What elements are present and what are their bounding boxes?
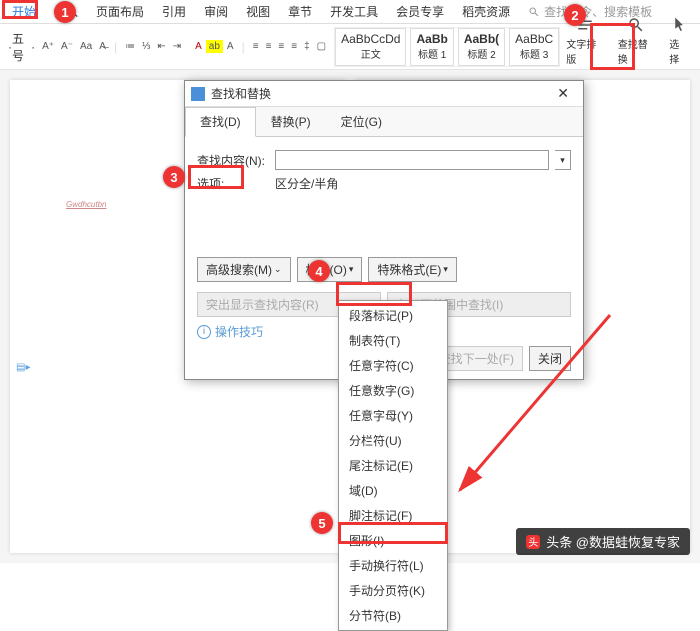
line-spacing-button[interactable]: ‡: [301, 40, 313, 53]
mi-manual-line-break[interactable]: 手动换行符(L): [339, 553, 447, 578]
clear-format-button[interactable]: A̶: [96, 40, 109, 53]
char-upper-button[interactable]: A: [224, 40, 237, 53]
info-icon: i: [197, 325, 211, 339]
grow-font-button[interactable]: A⁺: [39, 40, 57, 53]
align-justify-button[interactable]: ≡: [288, 40, 300, 53]
dialog-titlebar[interactable]: 查找和替换 ✕: [185, 81, 583, 107]
mi-column-break[interactable]: 分栏符(U): [339, 428, 447, 453]
tab-home[interactable]: 开始: [4, 1, 44, 22]
style-h3[interactable]: AaBbC标题 3: [509, 28, 559, 66]
mi-any-letter[interactable]: 任意字母(Y): [339, 403, 447, 428]
toutiao-logo-icon: 头: [526, 535, 540, 549]
tab-sections[interactable]: 章节: [280, 1, 320, 22]
mi-paragraph-mark[interactable]: 段落标记(P): [339, 303, 447, 328]
style-h1[interactable]: AaBb标题 1: [410, 28, 453, 66]
tab-replace[interactable]: 替换(P): [256, 107, 326, 136]
special-format-menu: 段落标记(P) 制表符(T) 任意字符(C) 任意数字(G) 任意字母(Y) 分…: [338, 300, 448, 631]
tab-dev[interactable]: 开发工具: [322, 1, 386, 22]
numbering-button[interactable]: ⅓: [139, 40, 153, 53]
tab-goto[interactable]: 定位(G): [326, 107, 397, 136]
search-icon: [528, 6, 540, 18]
font-size-select[interactable]: · 五号 ·: [5, 29, 38, 65]
cursor-icon: [670, 16, 688, 34]
mi-endnote-mark[interactable]: 尾注标记(E): [339, 453, 447, 478]
dialog-close-button[interactable]: 关闭: [529, 346, 571, 371]
tab-find[interactable]: 查找(D): [185, 107, 256, 137]
dialog-icon: [191, 87, 205, 101]
indent-dec-button[interactable]: ⇤: [154, 40, 168, 53]
style-h2[interactable]: AaBb(标题 2: [458, 28, 505, 66]
mi-manual-page-break[interactable]: 手动分页符(K): [339, 578, 447, 603]
options-value: 区分全/半角: [275, 175, 338, 192]
tab-layout[interactable]: 页面布局: [88, 1, 152, 22]
align-left-button[interactable]: ≡: [250, 40, 262, 53]
bullets-button[interactable]: ≔: [122, 40, 138, 53]
mi-section-break[interactable]: 分节符(B): [339, 603, 447, 628]
mi-footnote-mark[interactable]: 脚注标记(F): [339, 503, 447, 528]
tab-references[interactable]: 引用: [154, 1, 194, 22]
indent-inc-button[interactable]: ⇥: [170, 40, 184, 53]
mi-field[interactable]: 域(D): [339, 478, 447, 503]
tab-vip[interactable]: 会员专享: [388, 1, 452, 22]
align-center-button[interactable]: ≡: [263, 40, 275, 53]
dialog-title: 查找和替换: [211, 85, 549, 102]
mi-graphic[interactable]: 图形(I): [339, 528, 447, 553]
find-content-dropdown[interactable]: ▾: [555, 150, 571, 170]
author-watermark: 头 头条 @数据蛙恢复专家: [516, 528, 690, 555]
mi-any-char[interactable]: 任意字符(C): [339, 353, 447, 378]
shrink-font-button[interactable]: A⁻: [58, 40, 76, 53]
close-icon[interactable]: ✕: [549, 83, 577, 104]
mi-tab-char[interactable]: 制表符(T): [339, 328, 447, 353]
mi-any-digit[interactable]: 任意数字(G): [339, 378, 447, 403]
font-color-button[interactable]: A: [192, 40, 205, 53]
style-gallery[interactable]: AaBbCcDd正文 AaBb标题 1 AaBb(标题 2 AaBbC标题 3: [334, 27, 560, 67]
shading-button[interactable]: ▢: [314, 40, 329, 53]
special-format-button[interactable]: 特殊格式(E)▾: [368, 257, 457, 282]
tab-view[interactable]: 视图: [238, 1, 278, 22]
find-content-input[interactable]: [275, 150, 549, 170]
find-content-label: 查找内容(N):: [197, 152, 269, 169]
ribbon-toolbar: · 五号 · A⁺ A⁻ Aa A̶ | ≔ ⅓ ⇤ ⇥ A ab A | ≡ …: [0, 24, 700, 70]
highlight-button[interactable]: ab: [206, 40, 223, 53]
style-normal[interactable]: AaBbCcDd正文: [335, 28, 406, 66]
align-right-button[interactable]: ≡: [275, 40, 287, 53]
tab-resources[interactable]: 稻壳资源: [454, 1, 518, 22]
page-indicator-icon: ▤▸: [16, 362, 30, 373]
change-case-button[interactable]: Aa: [77, 40, 95, 53]
advanced-search-button[interactable]: 高级搜索(M)⌄: [197, 257, 291, 282]
options-label: 选项:: [197, 175, 269, 192]
dialog-tabs: 查找(D) 替换(P) 定位(G): [185, 107, 583, 137]
tab-review[interactable]: 审阅: [196, 1, 236, 22]
magnifier-icon: [627, 16, 645, 34]
